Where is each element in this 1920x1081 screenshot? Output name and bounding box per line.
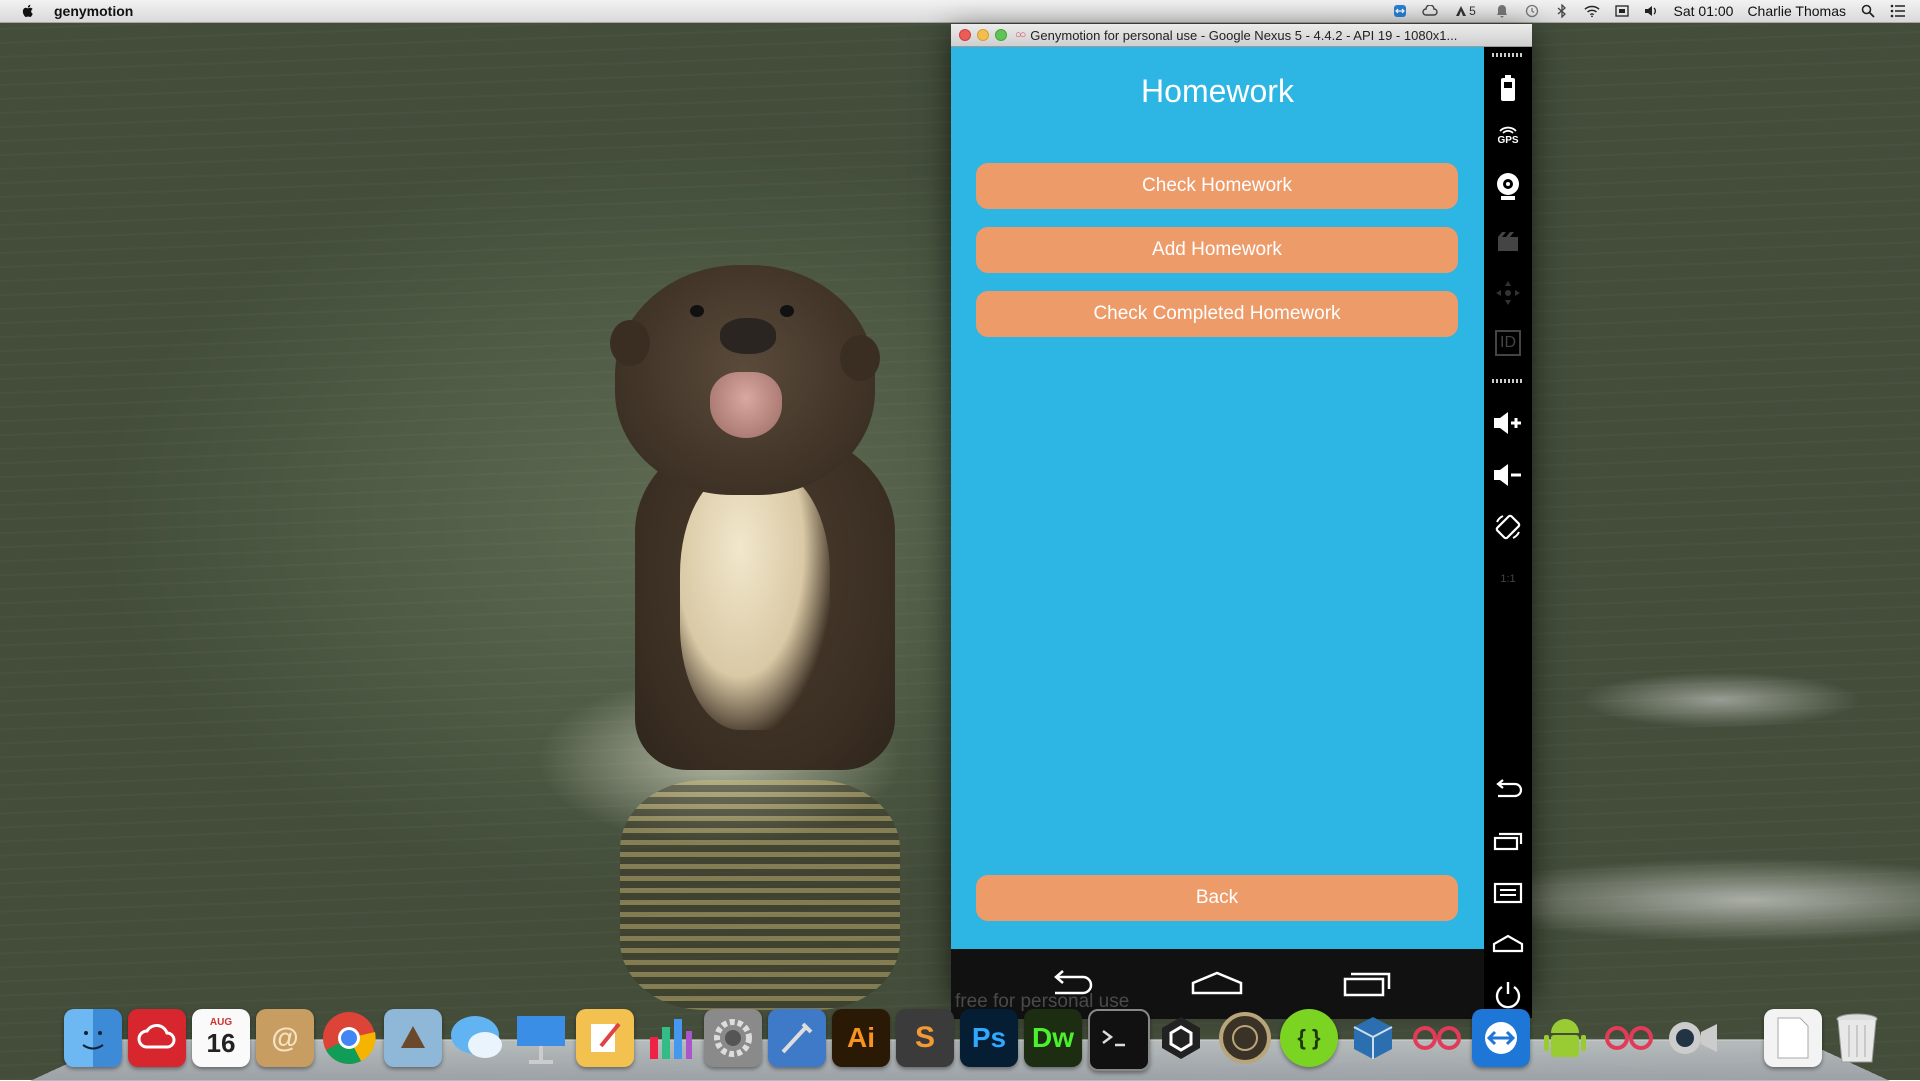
otter-nose	[720, 318, 776, 354]
dock: AUG 16 @ Ai S Ps Dw { }	[30, 1005, 1890, 1080]
pages-icon[interactable]	[576, 1009, 634, 1067]
illustrator-label: Ai	[847, 1022, 875, 1054]
window-zoom-button[interactable]	[995, 29, 1007, 41]
otter-eye	[690, 305, 704, 317]
contacts-icon[interactable]: @	[256, 1009, 314, 1067]
mail-stamp-icon[interactable]	[384, 1009, 442, 1067]
brackets-icon[interactable]: { }	[1280, 1009, 1338, 1067]
gps-signal-icon	[1498, 125, 1518, 135]
toolbar-recent-apps-icon[interactable]	[1492, 825, 1524, 857]
genymotion-window: ○○ Genymotion for personal use - Google …	[951, 24, 1532, 995]
webcam-widget-icon[interactable]	[1492, 171, 1524, 203]
adobe-status-count: 5	[1469, 4, 1476, 18]
toolbar-separator	[1492, 379, 1524, 383]
toolbar-home-icon[interactable]	[1492, 927, 1524, 959]
notification-center-icon[interactable]	[1890, 4, 1906, 18]
wifi-icon[interactable]	[1584, 4, 1600, 18]
menu-bar: genymotion 5 Sat 01:00 Charlie	[0, 0, 1920, 23]
notification-bell-icon[interactable]	[1494, 4, 1510, 18]
battery-widget-icon[interactable]	[1492, 72, 1524, 104]
documents-stack-icon[interactable]	[1764, 1009, 1822, 1067]
toolbar-back-icon[interactable]	[1492, 773, 1524, 805]
gps-label: GPS	[1497, 135, 1518, 146]
teamviewer-status-icon[interactable]	[1392, 4, 1408, 18]
spotlight-search-icon[interactable]	[1860, 4, 1876, 18]
time-machine-icon[interactable]	[1524, 4, 1540, 18]
toolbar-menu-icon[interactable]	[1492, 877, 1524, 909]
back-button[interactable]: Back	[976, 875, 1458, 921]
dreamweaver-label: Dw	[1032, 1022, 1074, 1054]
window-titlebar[interactable]: ○○ Genymotion for personal use - Google …	[951, 24, 1532, 47]
calendar-day: 16	[207, 1028, 236, 1059]
facetime-camera-icon[interactable]	[1664, 1009, 1722, 1067]
calendar-icon[interactable]: AUG 16	[192, 1009, 250, 1067]
check-completed-homework-button[interactable]: Check Completed Homework	[976, 291, 1458, 337]
screencast-widget-icon[interactable]	[1492, 225, 1524, 257]
nav-home-icon[interactable]	[1189, 967, 1245, 999]
bluetooth-icon[interactable]	[1554, 4, 1570, 18]
page-title: Homework	[951, 73, 1484, 110]
photoshop-label: Ps	[972, 1022, 1006, 1054]
illustrator-icon[interactable]: Ai	[832, 1009, 890, 1067]
status-area: 5 Sat 01:00 Charlie Thomas	[1392, 3, 1920, 19]
creative-cloud-icon[interactable]	[128, 1009, 186, 1067]
otter-eye	[780, 305, 794, 317]
device-id-label: ID	[1495, 330, 1521, 356]
keynote-icon[interactable]	[512, 1009, 570, 1067]
calendar-month: AUG	[210, 1017, 232, 1028]
dreamweaver-icon[interactable]: Dw	[1024, 1009, 1082, 1067]
photoshop-icon[interactable]: Ps	[960, 1009, 1018, 1067]
check-homework-button[interactable]: Check Homework	[976, 163, 1458, 209]
volume-down-icon[interactable]	[1492, 459, 1524, 491]
virtualbox-icon[interactable]	[1344, 1009, 1402, 1067]
rotate-screen-icon[interactable]	[1492, 511, 1524, 543]
toolbar-grip	[1492, 53, 1524, 57]
input-source-icon[interactable]	[1614, 4, 1630, 18]
otter-mouth	[710, 372, 782, 438]
unity-icon[interactable]	[1152, 1009, 1210, 1067]
genymotion-secondary-icon[interactable]	[1600, 1009, 1658, 1067]
brackets-label: { }	[1297, 1025, 1320, 1051]
volume-icon[interactable]	[1644, 4, 1660, 18]
window-title-text: Genymotion for personal use - Google Nex…	[1030, 28, 1457, 43]
genymotion-dock-icon[interactable]	[1408, 1009, 1466, 1067]
numbers-icon[interactable]	[640, 1009, 698, 1067]
nav-recent-apps-icon[interactable]	[1339, 967, 1395, 999]
android-screen: Homework Check Homework Add Homework Che…	[951, 47, 1484, 949]
remote-control-widget-icon[interactable]	[1492, 277, 1524, 309]
genymotion-side-toolbar: GPS ID 1:1	[1484, 47, 1532, 1018]
trash-icon[interactable]	[1828, 1009, 1886, 1067]
window-title: ○○ Genymotion for personal use - Google …	[1015, 28, 1515, 43]
apple-menu-icon[interactable]	[20, 3, 36, 19]
genymotion-logo-icon: ○○	[1015, 29, 1024, 41]
otter-ear	[610, 320, 650, 366]
messages-icon[interactable]	[448, 1009, 506, 1067]
gps-widget-button[interactable]: GPS	[1492, 119, 1524, 151]
sublime-text-icon[interactable]: S	[896, 1009, 954, 1067]
android-sdk-icon[interactable]	[1536, 1009, 1594, 1067]
menu-bar-user-name[interactable]: Charlie Thomas	[1747, 3, 1846, 19]
otter-ear	[840, 335, 880, 381]
chrome-icon[interactable]	[320, 1009, 378, 1067]
teamviewer-icon[interactable]	[1472, 1009, 1530, 1067]
scale-one-to-one-button[interactable]: 1:1	[1492, 563, 1524, 595]
xcode-icon[interactable]	[768, 1009, 826, 1067]
system-preferences-icon[interactable]	[704, 1009, 762, 1067]
device-id-widget-button[interactable]: ID	[1492, 327, 1524, 359]
elder-scrolls-icon[interactable]	[1216, 1009, 1274, 1067]
otter-chest-patch	[680, 470, 830, 730]
otter-reflection	[620, 780, 900, 1010]
creative-cloud-status-icon[interactable]	[1422, 4, 1438, 18]
adobe-status-icon[interactable]: 5	[1452, 4, 1480, 18]
add-homework-button[interactable]: Add Homework	[976, 227, 1458, 273]
scale-label: 1:1	[1500, 573, 1515, 585]
window-minimize-button[interactable]	[977, 29, 989, 41]
terminal-icon[interactable]	[1088, 1009, 1150, 1071]
volume-up-icon[interactable]	[1492, 407, 1524, 439]
menu-bar-clock[interactable]: Sat 01:00	[1674, 3, 1734, 19]
window-close-button[interactable]	[959, 29, 971, 41]
active-app-name[interactable]: genymotion	[54, 3, 133, 19]
finder-icon[interactable]	[64, 1009, 122, 1067]
